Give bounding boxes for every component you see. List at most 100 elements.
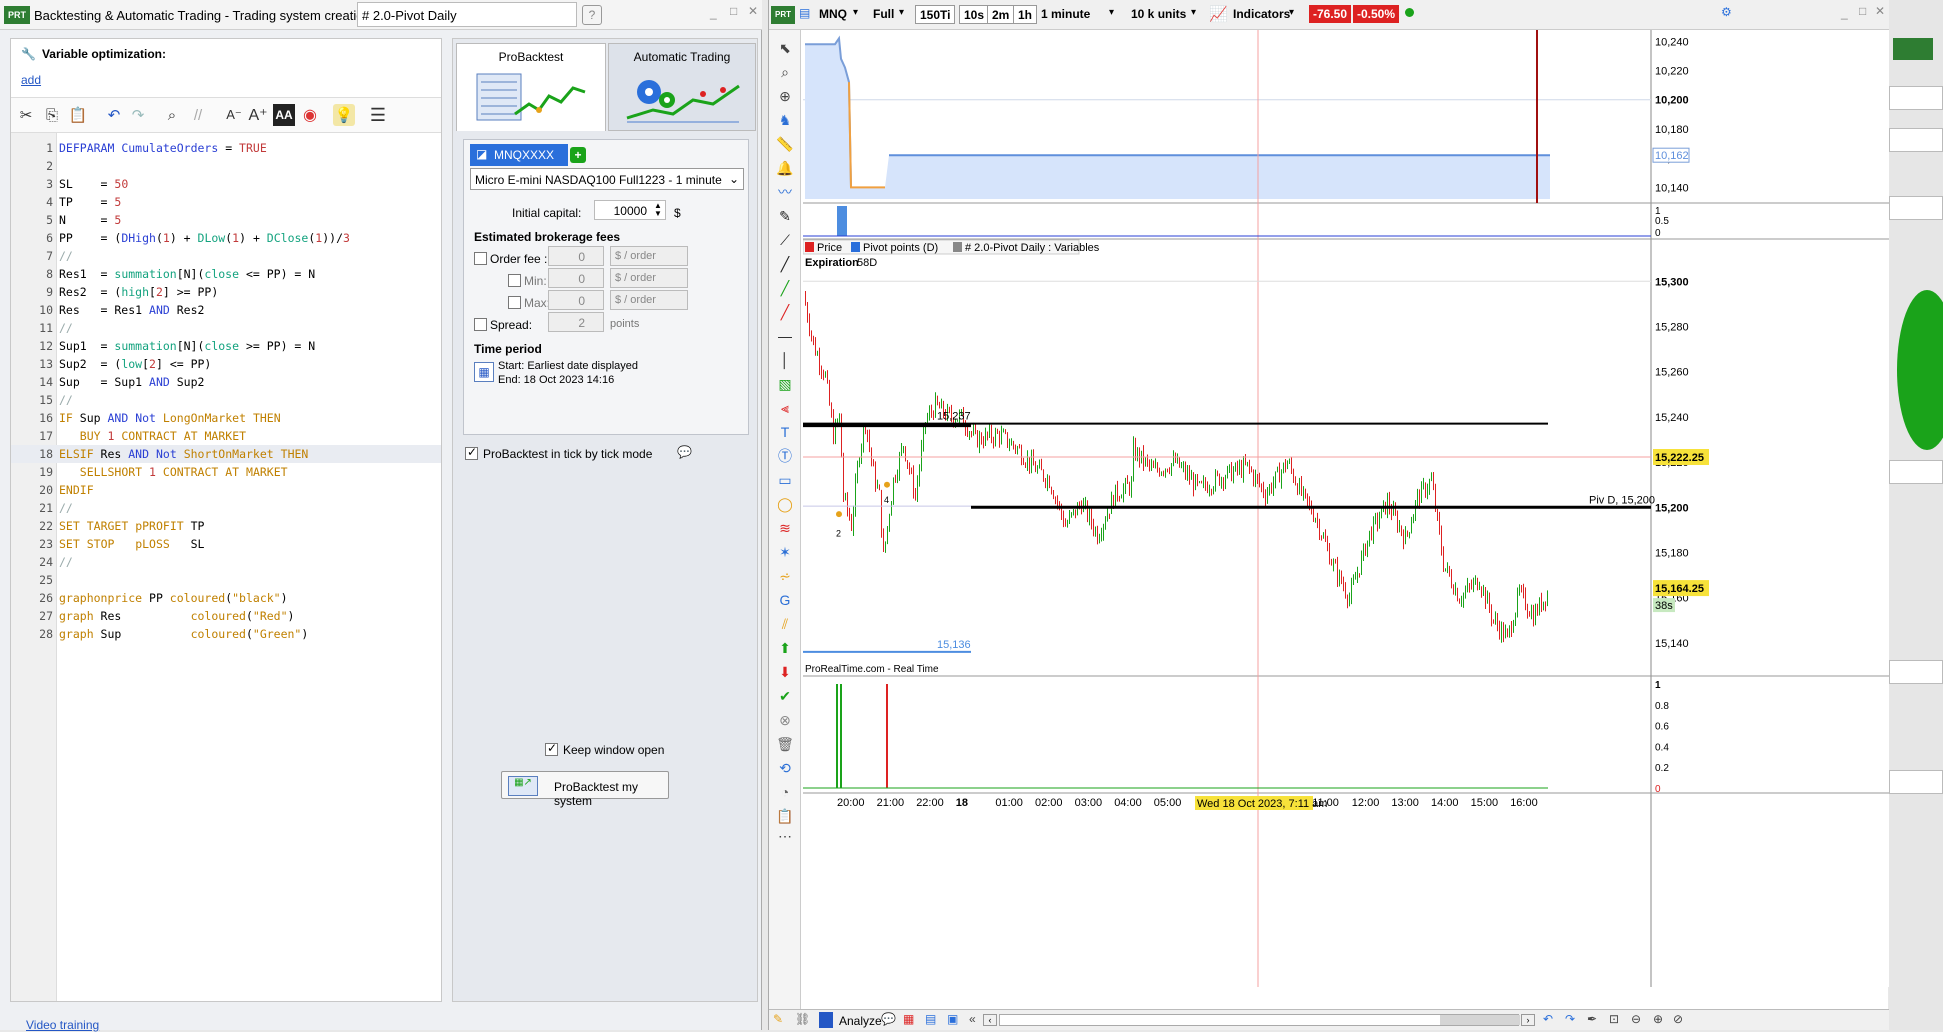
rectangle-icon[interactable]: ▭ [775,470,795,490]
code-text[interactable]: SET STOP pLOSS SL [59,535,204,553]
tab-probacktest[interactable]: ProBacktest [456,43,606,131]
close-icon[interactable]: ✕ [1875,4,1885,18]
order-fee-checkbox[interactable] [474,252,487,265]
zoom-fit-icon[interactable]: ⊡ [1609,1012,1619,1026]
min-fee-checkbox[interactable] [508,274,521,287]
add-variable-link[interactable]: add [21,73,41,87]
code-line[interactable]: 14 Sup = Sup1 AND Sup2 [11,373,441,391]
timeframe-1h-button[interactable]: 1h [1013,5,1038,24]
clipboard-icon[interactable]: 📋 [775,806,795,826]
lightbulb-icon[interactable]: 💡 [333,104,355,126]
code-text[interactable]: PP = (DHigh(1) + DLow(1) + DClose(1))/3 [59,229,350,247]
copy-icon[interactable]: ⎘ [41,104,63,126]
horizontal-line-icon[interactable]: — [775,326,795,346]
code-line[interactable]: 27 graph Res coloured("Red") [11,607,441,625]
maximize-icon[interactable]: □ [730,4,737,18]
gann-icon[interactable]: G [775,590,795,610]
code-line[interactable]: 26 graphonprice PP coloured("black") [11,589,441,607]
code-line[interactable]: 3 SL = 50 [11,175,441,193]
code-line[interactable]: 2 [11,157,441,175]
more-icon[interactable]: ⋯ [775,826,795,846]
ellipse-icon[interactable]: ◯ [775,494,795,514]
code-text[interactable]: N = 5 [59,211,121,229]
code-line[interactable]: 22 SET TARGET pPROFIT TP [11,517,441,535]
pointer-icon[interactable]: ⬉ [775,38,795,58]
indicators-icon[interactable]: 📈 [1209,5,1228,23]
undo-icon[interactable]: ↶ [1543,1012,1553,1026]
font-increase-icon[interactable]: A⁺ [247,104,269,126]
cut-icon[interactable]: ✂ [15,104,37,126]
minimize-icon[interactable]: _ [1841,6,1848,20]
run-probacktest-button[interactable]: ▦↗ ProBacktest my system [501,771,669,808]
code-text[interactable]: IF Sup AND Not LongOnMarket THEN [59,409,281,427]
code-line[interactable]: 5 N = 5 [11,211,441,229]
order-fee-input[interactable]: 0 [548,246,604,266]
code-text[interactable]: BUY 1 CONTRACT AT MARKET [59,427,246,445]
time-scrollbar[interactable] [999,1014,1520,1026]
code-text[interactable]: Sup = Sup1 AND Sup2 [59,373,204,391]
code-area[interactable]: 1 DEFPARAM CumulateOrders = TRUE 2 3 SL = 50… [11,133,441,1001]
code-line[interactable]: 9 Res2 = (high[2] >= PP) [11,283,441,301]
code-line[interactable]: 23 SET STOP pLOSS SL [11,535,441,553]
chevron-down-icon[interactable]: ▾ [1109,7,1114,18]
code-text[interactable]: SL = 50 [59,175,128,193]
scroll-right-icon[interactable]: › [1521,1014,1535,1026]
code-line[interactable]: 17 BUY 1 CONTRACT AT MARKET [11,427,441,445]
code-text[interactable]: // [59,247,73,265]
line-red-icon[interactable]: ╱ [775,302,795,322]
settings-gear-icon[interactable]: ⚙ [1721,5,1732,19]
menu-icon[interactable]: ☰ [367,104,389,126]
scrollbar-thumb[interactable] [1440,1015,1520,1025]
code-text[interactable]: Sup1 = summation[N](close >= PP) = N [59,337,315,355]
tab-automatic-trading[interactable]: Automatic Trading [608,43,756,131]
chevron-down-icon[interactable]: ▾ [1191,7,1196,18]
line-black-icon[interactable]: ╱ [775,254,795,274]
capital-stepper-icon[interactable]: ▲ ▼ [654,202,662,218]
code-text[interactable]: TP = 5 [59,193,121,211]
screen-icon[interactable]: ▣ [947,1012,958,1026]
code-line[interactable]: 24 // [11,553,441,571]
pencil-icon[interactable]: ✎ [775,206,795,226]
scroll-left-double-icon[interactable]: « [969,1012,976,1026]
analyze-button[interactable]: Analyze [839,1014,882,1028]
code-line[interactable]: 12 Sup1 = summation[N](close >= PP) = N [11,337,441,355]
max-fee-input[interactable]: 0 [548,290,604,310]
alert-bell-icon[interactable]: 🔔 [775,158,795,178]
syntax-highlight-icon[interactable]: AA [273,104,295,126]
fib-fan-icon[interactable]: ⩫ [775,566,795,586]
chevron-down-icon[interactable]: ▾ [1289,7,1294,18]
paste-icon[interactable]: 📋 [67,104,89,126]
code-text[interactable]: ELSIF Res AND Not ShortOnMarket THEN [59,445,308,463]
min-fee-unit-select[interactable]: $ / order [610,268,688,288]
redo-icon[interactable]: ↷ [1565,1012,1575,1026]
info-bubble-icon[interactable]: 💬 [677,445,692,459]
code-text[interactable]: Res = Res1 AND Res2 [59,301,204,319]
tick-mode-checkbox[interactable] [465,445,478,460]
minimize-icon[interactable]: _ [710,6,717,20]
hide-drawings-icon[interactable]: ◔ [775,782,795,802]
text-icon[interactable]: T [775,422,795,442]
arrow-down-icon[interactable]: ⬇ [775,662,795,682]
max-fee-checkbox[interactable] [508,296,521,309]
chart-type-icon[interactable]: ▤ [799,6,810,20]
code-line[interactable]: 13 Sup2 = (low[2] <= PP) [11,355,441,373]
channel-icon[interactable]: ▧ [775,374,795,394]
comment-icon[interactable]: // [187,104,209,126]
pattern-icon[interactable]: ♞ [775,110,795,130]
mode-select[interactable]: Full [873,7,894,21]
chat-icon[interactable]: 💬 [881,1012,896,1026]
text-bubble-icon[interactable]: Ⓣ [775,446,795,466]
zoom-out-icon[interactable]: ⊖ [1631,1012,1641,1026]
zoom-icon[interactable]: ⌕ [775,62,795,82]
max-fee-unit-select[interactable]: $ / order [610,290,688,310]
min-fee-input[interactable]: 0 [548,268,604,288]
indicators-button[interactable]: Indicators [1233,7,1290,21]
chevron-down-icon[interactable]: ▾ [899,7,904,18]
search-icon[interactable]: ⌕ [161,104,183,126]
code-text[interactable]: ENDIF [59,481,94,499]
units-select[interactable]: 10 k units [1131,7,1186,21]
code-line[interactable]: 18 ELSIF Res AND Not ShortOnMarket THEN [11,445,441,463]
code-line[interactable]: 28 graph Sup coloured("Green") [11,625,441,643]
code-line[interactable]: 25 [11,571,441,589]
code-text[interactable]: // [59,391,73,409]
